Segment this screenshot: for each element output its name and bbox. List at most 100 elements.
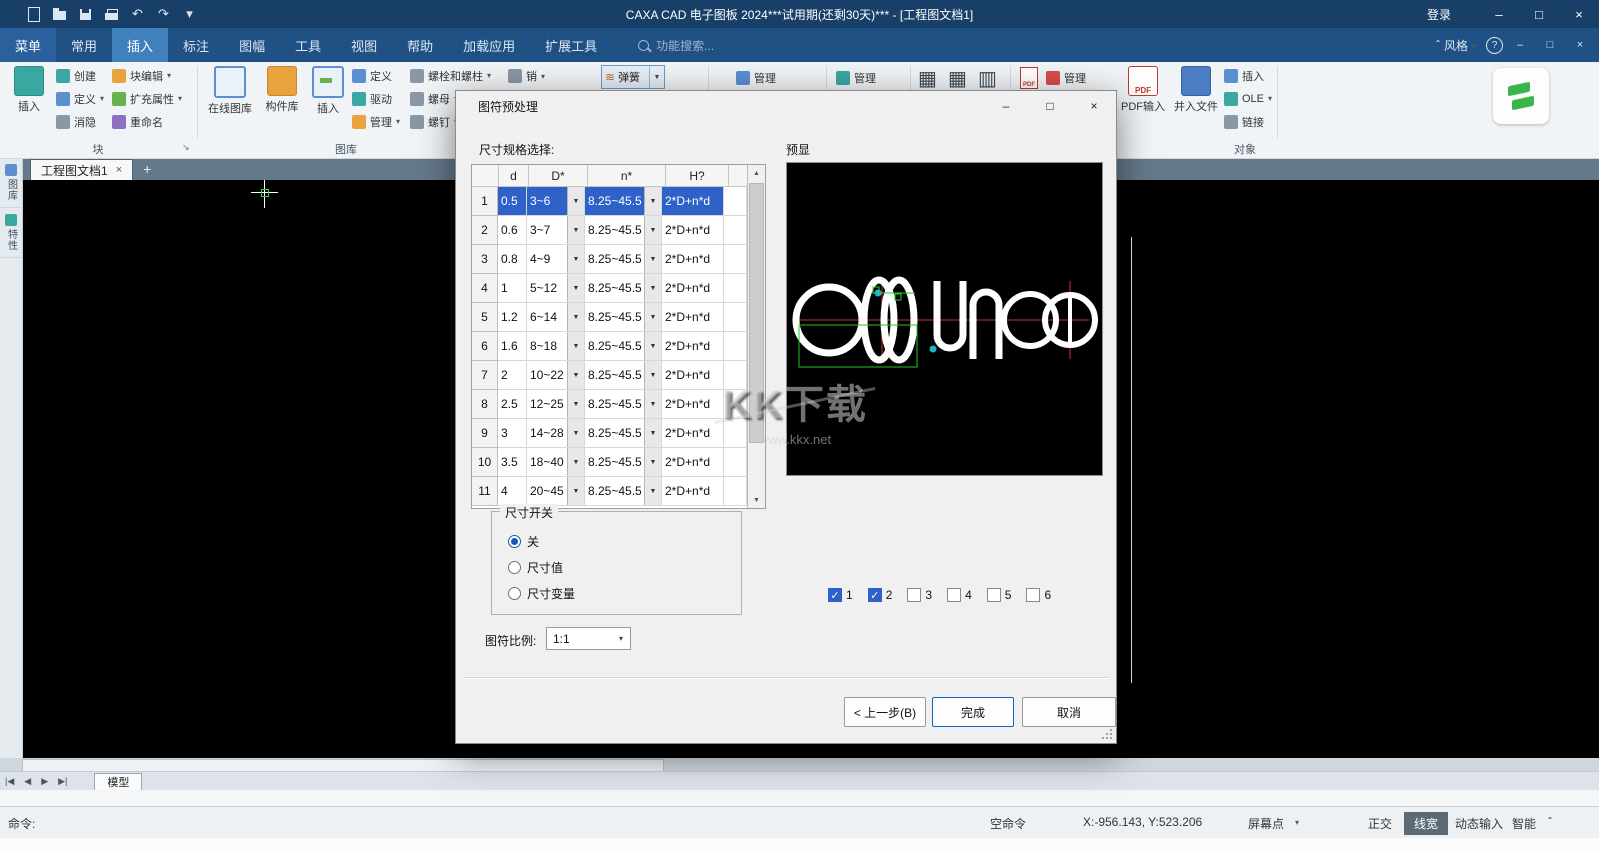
dropdown-arrow-icon[interactable]: ▼: [644, 245, 661, 273]
menu-item-5[interactable]: 工具: [280, 28, 336, 62]
dialog-maximize-button[interactable]: □: [1028, 91, 1072, 121]
collapse-icon[interactable]: ˆ: [1548, 815, 1552, 829]
cell-H[interactable]: 2*D+n*d: [662, 390, 724, 419]
smart-snap-toggle[interactable]: 智能: [1512, 815, 1536, 832]
dropdown-arrow-icon[interactable]: ▼: [567, 303, 584, 331]
pin-button[interactable]: 销 ▾: [508, 68, 545, 84]
window-minimize-button[interactable]: –: [1479, 0, 1519, 28]
online-library-button[interactable]: 在线图库: [203, 64, 257, 116]
cell-n[interactable]: 8.25~45.5▼: [585, 332, 662, 361]
cell-H[interactable]: 2*D+n*d: [662, 303, 724, 332]
cell-D[interactable]: 8~18▼: [527, 332, 585, 361]
cell-n[interactable]: 8.25~45.5▼: [585, 361, 662, 390]
group-launcher-icon[interactable]: ↘: [182, 142, 190, 153]
link-button[interactable]: 链接: [1224, 110, 1272, 133]
cell-D[interactable]: 6~14▼: [527, 303, 585, 332]
block-edit-button[interactable]: 块编辑▾: [112, 64, 182, 87]
symbol-scale-combo[interactable]: 1:1 ▾: [546, 627, 631, 650]
ext-attr-button[interactable]: 扩充属性▾: [112, 87, 182, 110]
dropdown-arrow-icon[interactable]: ▼: [644, 448, 661, 476]
checkbox-item-2[interactable]: ✓2: [868, 588, 893, 602]
library-insert-button[interactable]: 插入: [307, 64, 349, 116]
model-sheet-tab[interactable]: 模型: [94, 773, 142, 791]
cell-n[interactable]: 8.25~45.5▼: [585, 477, 662, 506]
table-row-9[interactable]: 9314~28▼8.25~45.5▼2*D+n*d: [472, 419, 747, 448]
dialog-minimize-button[interactable]: –: [984, 91, 1028, 121]
cancel-button[interactable]: 取消: [1022, 697, 1116, 727]
rename-button[interactable]: 重命名: [112, 110, 182, 133]
table-header-3[interactable]: n*: [588, 165, 666, 187]
dropdown-arrow-icon[interactable]: ▼: [567, 390, 584, 418]
save-icon[interactable]: [78, 7, 93, 22]
dropdown-arrow-icon[interactable]: ▼: [644, 274, 661, 302]
tab-close-icon[interactable]: ×: [116, 164, 122, 176]
cell-n[interactable]: 8.25~45.5▼: [585, 245, 662, 274]
table-header-0[interactable]: [472, 165, 499, 187]
ortho-toggle[interactable]: 正交: [1368, 815, 1392, 832]
table-row-2[interactable]: 20.63~7▼8.25~45.5▼2*D+n*d: [472, 216, 747, 245]
cell-n[interactable]: 8.25~45.5▼: [585, 274, 662, 303]
dropdown-arrow-icon[interactable]: ▼: [644, 303, 661, 331]
resize-grip[interactable]: [1100, 727, 1112, 739]
table-row-6[interactable]: 61.68~18▼8.25~45.5▼2*D+n*d: [472, 332, 747, 361]
cell-H[interactable]: 2*D+n*d: [662, 361, 724, 390]
scroll-down-icon[interactable]: ▼: [748, 492, 765, 508]
dialog-close-button[interactable]: ×: [1072, 91, 1116, 121]
dropdown-arrow-icon[interactable]: ▼: [644, 361, 661, 389]
cell-n[interactable]: 8.25~45.5▼: [585, 303, 662, 332]
print-icon[interactable]: [104, 7, 119, 22]
cell-d[interactable]: 0.6: [498, 216, 527, 245]
scroll-up-icon[interactable]: ▲: [748, 165, 765, 181]
manage-button-3[interactable]: 管理: [1046, 70, 1086, 86]
table-header-4[interactable]: H?: [666, 165, 729, 187]
window-maximize-button[interactable]: □: [1519, 0, 1559, 28]
dropdown-arrow-icon[interactable]: ▼: [567, 245, 584, 273]
cell-H[interactable]: 2*D+n*d: [662, 245, 724, 274]
window-close-button[interactable]: ×: [1559, 0, 1599, 28]
cell-D[interactable]: 10~22▼: [527, 361, 585, 390]
redo-icon[interactable]: ↷: [156, 7, 171, 22]
dropdown-arrow-icon[interactable]: ▼: [567, 216, 584, 244]
spring-gallery-combo[interactable]: ≋ 弹簧 ▼: [601, 65, 665, 89]
radio-option-0[interactable]: 关: [508, 528, 575, 554]
cell-D[interactable]: 12~25▼: [527, 390, 585, 419]
merge-file-button[interactable]: 并入文件: [1171, 64, 1221, 114]
table-scrollbar[interactable]: ▲ ▼: [747, 165, 765, 508]
dropdown-arrow-icon[interactable]: ▼: [567, 187, 584, 215]
dropdown-arrow-icon[interactable]: ▼: [644, 187, 661, 215]
previous-step-button[interactable]: < 上一步(B): [844, 697, 926, 727]
login-button[interactable]: 登录: [1427, 6, 1451, 23]
dropdown-arrow-icon[interactable]: ▼: [644, 332, 661, 360]
dynamic-input-toggle[interactable]: 动态输入: [1455, 815, 1503, 832]
sidebar-tab-properties[interactable]: 特性: [0, 208, 22, 258]
block-insert-button[interactable]: 插入: [6, 64, 52, 114]
dropdown-arrow-icon[interactable]: ▼: [567, 448, 584, 476]
qr-code-icon[interactable]: ▦: [918, 66, 937, 91]
menu-item-1[interactable]: 常用: [56, 28, 112, 62]
style-dropdown[interactable]: ˆ 风格 ▾: [1430, 37, 1482, 54]
table-row-1[interactable]: 10.53~6▼8.25~45.5▼2*D+n*d: [472, 187, 747, 216]
menu-item-4[interactable]: 图幅: [224, 28, 280, 62]
lib-manage-button[interactable]: 管理▾: [352, 110, 400, 133]
cell-H[interactable]: 2*D+n*d: [662, 448, 724, 477]
cell-d[interactable]: 1: [498, 274, 527, 303]
checkbox-1[interactable]: ✓: [828, 588, 842, 602]
finish-button[interactable]: 完成: [932, 697, 1014, 727]
table-row-5[interactable]: 51.26~14▼8.25~45.5▼2*D+n*d: [472, 303, 747, 332]
cell-D[interactable]: 14~28▼: [527, 419, 585, 448]
first-sheet-icon[interactable]: |◀: [0, 776, 19, 787]
table-row-8[interactable]: 82.512~25▼8.25~45.5▼2*D+n*d: [472, 390, 747, 419]
cell-d[interactable]: 3: [498, 419, 527, 448]
cell-d[interactable]: 4: [498, 477, 527, 506]
lib-define-button[interactable]: 定义: [352, 64, 400, 87]
checkbox-item-3[interactable]: 3: [907, 588, 932, 602]
last-sheet-icon[interactable]: ▶|: [53, 776, 72, 787]
menu-item-6[interactable]: 视图: [336, 28, 392, 62]
cell-H[interactable]: 2*D+n*d: [662, 477, 724, 506]
next-sheet-icon[interactable]: ▶: [36, 776, 53, 787]
cell-d[interactable]: 2: [498, 361, 527, 390]
checkbox-item-5[interactable]: 5: [987, 588, 1012, 602]
cell-H[interactable]: 2*D+n*d: [662, 332, 724, 361]
table-header-1[interactable]: d: [499, 165, 529, 187]
dropdown-arrow-icon[interactable]: ▼: [567, 419, 584, 447]
